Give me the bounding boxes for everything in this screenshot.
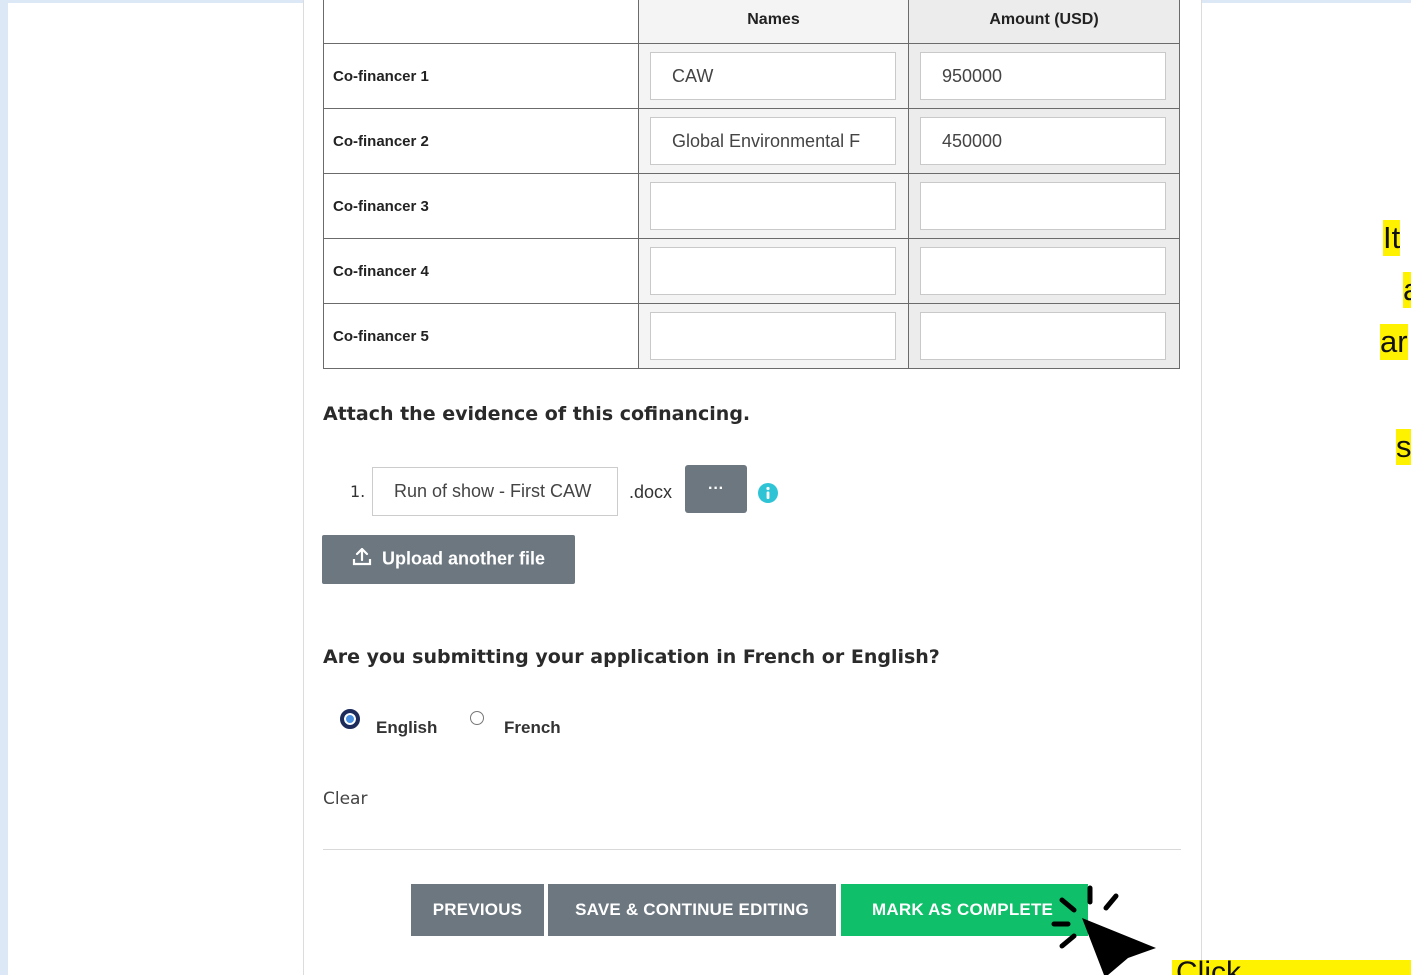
radio-french[interactable] <box>470 711 484 725</box>
row-label: Co-financer 1 <box>323 43 639 109</box>
page-background-strip <box>0 0 8 975</box>
cofinancer-amount-input[interactable] <box>920 52 1166 100</box>
radio-french-label[interactable]: French <box>504 718 561 738</box>
attach-evidence-question: Attach the evidence of this cofinancing. <box>323 403 751 425</box>
info-icon[interactable] <box>758 483 778 503</box>
annotation-fragment: a <box>1403 272 1411 308</box>
table-row: Co-financer 2 <box>323 108 1180 174</box>
table-header-blank <box>323 0 639 44</box>
row-label: Co-financer 3 <box>323 173 639 239</box>
cofinancing-table: Names Amount (USD) Co-financer 1 Co-fina… <box>323 0 1180 369</box>
table-row: Co-financer 4 <box>323 238 1180 304</box>
annotation-fragment: s <box>1396 429 1411 465</box>
cofinancer-amount-input[interactable] <box>920 312 1166 360</box>
radio-english[interactable] <box>340 709 360 729</box>
language-question: Are you submitting your application in F… <box>323 646 940 668</box>
previous-button[interactable]: PREVIOUS <box>411 884 544 936</box>
table-row: Co-financer 5 <box>323 303 1180 369</box>
radio-english-label[interactable]: English <box>376 718 437 738</box>
save-continue-button[interactable]: SAVE & CONTINUE EDITING <box>548 884 836 936</box>
cofinancer-amount-input[interactable] <box>920 117 1166 165</box>
annotation-fragment: ar <box>1380 324 1408 360</box>
table-row: Co-financer 3 <box>323 173 1180 239</box>
file-index: 1. <box>350 482 366 501</box>
annotation-click-note: Click <box>1172 960 1411 975</box>
cofinancer-amount-input[interactable] <box>920 182 1166 230</box>
file-extension: .docx <box>629 482 673 502</box>
row-label: Co-financer 2 <box>323 108 639 174</box>
cofinancer-name-input[interactable] <box>650 182 896 230</box>
cofinancer-name-input[interactable] <box>650 52 896 100</box>
upload-button-label: Upload another file <box>382 548 546 569</box>
cofinancer-name-input[interactable] <box>650 247 896 295</box>
cofinancer-name-input[interactable] <box>650 117 896 165</box>
upload-another-file-button[interactable]: Upload another file <box>322 535 575 584</box>
table-header-amount: Amount (USD) <box>908 0 1180 44</box>
cofinancer-amount-input[interactable] <box>920 247 1166 295</box>
file-options-button[interactable]: ··· <box>685 465 747 513</box>
cofinancer-name-input[interactable] <box>650 312 896 360</box>
row-label: Co-financer 4 <box>323 238 639 304</box>
clear-selection-link[interactable]: Clear <box>323 789 367 809</box>
row-label: Co-financer 5 <box>323 303 639 369</box>
click-cursor-icon <box>1051 885 1156 975</box>
table-row: Co-financer 1 <box>323 43 1180 109</box>
upload-icon <box>352 547 372 571</box>
file-name-input[interactable] <box>372 467 618 516</box>
divider <box>323 849 1181 850</box>
table-header-names: Names <box>638 0 909 44</box>
annotation-fragment: It <box>1383 220 1401 256</box>
